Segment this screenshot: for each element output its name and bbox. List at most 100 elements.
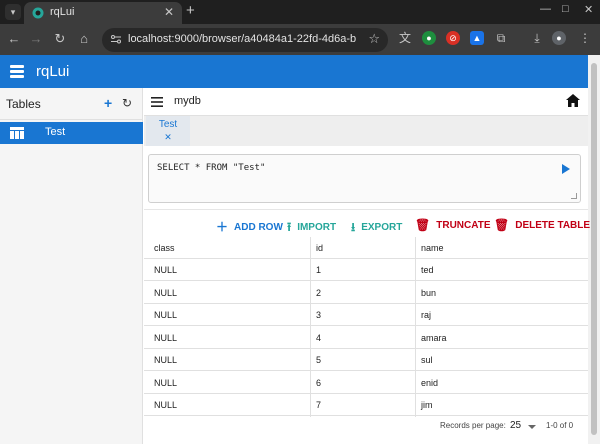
- close-window-button[interactable]: ✕: [584, 3, 593, 16]
- import-label: IMPORT: [297, 222, 337, 233]
- sidebar-header: Tables + ↻: [0, 88, 143, 120]
- tab-test[interactable]: Test ✕: [146, 116, 190, 146]
- truncate-label: TRUNCATE: [436, 220, 491, 231]
- sql-editor[interactable]: SELECT * FROM "Test": [148, 154, 581, 203]
- browser-menu-icon[interactable]: ⋮: [578, 31, 592, 45]
- cell-id[interactable]: 5: [316, 355, 321, 365]
- scrollbar-thumb[interactable]: [591, 63, 597, 435]
- extension-block-icon[interactable]: ⊘: [446, 31, 460, 45]
- profile-avatar[interactable]: ●: [552, 31, 566, 45]
- browser-tab-title: rqLui: [50, 6, 75, 18]
- database-name: mydb: [174, 95, 201, 107]
- site-info-icon[interactable]: [110, 33, 122, 45]
- cell-class[interactable]: NULL: [154, 378, 177, 388]
- pagination-range: 1-0 of 0: [546, 421, 574, 430]
- table-row[interactable]: NULL 4 amara: [144, 327, 588, 349]
- cell-id[interactable]: 3: [316, 310, 321, 320]
- delete-table-label: DELETE TABLE: [515, 220, 591, 231]
- cell-name[interactable]: amara: [421, 333, 447, 343]
- cell-id[interactable]: 6: [316, 378, 321, 388]
- cell-id[interactable]: 4: [316, 333, 321, 343]
- close-query-tab-icon[interactable]: ✕: [146, 132, 190, 143]
- cell-class[interactable]: NULL: [154, 288, 177, 298]
- table-actions-toolbar: ＋ ADD ROW ⭱ IMPORT ⭳ EXPORT 🗑 TRUNCATE 🗑 DELE…: [144, 209, 590, 239]
- table-row[interactable]: NULL 1 ted: [144, 259, 588, 281]
- cell-id[interactable]: 1: [316, 265, 321, 275]
- cell-name[interactable]: sul: [421, 355, 433, 365]
- cell-name[interactable]: bun: [421, 288, 436, 298]
- sidebar-item-label: Test: [45, 126, 66, 138]
- cell-id[interactable]: 7: [316, 400, 321, 410]
- extension-green-icon[interactable]: ●: [422, 31, 436, 45]
- address-bar[interactable]: localhost:9000/browser/a40484a1-22fd-4d6…: [102, 28, 388, 52]
- trash-icon: 🗑: [494, 218, 510, 232]
- import-button[interactable]: ⭱ IMPORT: [287, 218, 336, 239]
- database-menu-icon[interactable]: [10, 65, 24, 78]
- table-row[interactable]: NULL 5 sul: [144, 349, 588, 371]
- upload-icon: ⭱: [287, 220, 292, 234]
- export-button[interactable]: ⭳ EXPORT: [351, 218, 402, 239]
- records-per-page-select[interactable]: 25: [510, 420, 521, 431]
- extensions-puzzle-icon[interactable]: ⧉: [494, 31, 508, 45]
- hamburger-menu-icon[interactable]: [151, 97, 163, 107]
- column-header-id[interactable]: id: [316, 243, 323, 253]
- home-page-icon[interactable]: ⌂: [76, 31, 92, 46]
- truncate-button[interactable]: 🗑 TRUNCATE: [415, 218, 491, 232]
- browser-toolbar: ← → ↻ ⌂ localhost:9000/browser/a40484a1-…: [0, 24, 600, 55]
- add-row-button[interactable]: ＋ ADD ROW: [216, 218, 283, 235]
- reload-icon[interactable]: ↻: [52, 31, 68, 47]
- tab-search-icon[interactable]: ▾: [5, 4, 21, 20]
- table-row[interactable]: NULL 2 bun: [144, 282, 588, 304]
- cell-class[interactable]: NULL: [154, 400, 177, 410]
- cell-id[interactable]: 2: [316, 288, 321, 298]
- browser-tab-strip: ▾ rqLui ✕ + — □ ✕: [0, 0, 600, 24]
- cell-name[interactable]: raj: [421, 310, 431, 320]
- add-row-label: ADD ROW: [234, 222, 283, 233]
- table-row[interactable]: NULL 3 raj: [144, 304, 588, 326]
- cell-class[interactable]: NULL: [154, 265, 177, 275]
- download-icon: ⭳: [351, 220, 356, 234]
- home-icon[interactable]: [566, 94, 580, 107]
- run-query-icon[interactable]: [562, 164, 570, 174]
- close-tab-icon[interactable]: ✕: [164, 5, 174, 19]
- export-label: EXPORT: [361, 222, 403, 233]
- new-tab-button[interactable]: +: [186, 2, 195, 19]
- page-scrollbar[interactable]: [588, 55, 600, 444]
- query-tab-label: Test: [158, 119, 178, 130]
- table-icon: [10, 127, 24, 139]
- back-icon[interactable]: ←: [6, 31, 22, 46]
- app-favicon-icon: [32, 7, 44, 19]
- bookmark-star-icon[interactable]: ☆: [368, 31, 380, 47]
- cell-class[interactable]: NULL: [154, 355, 177, 365]
- cell-class[interactable]: NULL: [154, 310, 177, 320]
- cell-name[interactable]: enid: [421, 378, 438, 388]
- sql-query-text[interactable]: SELECT * FROM "Test": [157, 163, 265, 173]
- forward-icon[interactable]: →: [28, 31, 44, 46]
- app-header: rqLui: [0, 55, 588, 88]
- sidebar-item-test[interactable]: Test: [0, 122, 143, 144]
- cell-name[interactable]: ted: [421, 265, 434, 275]
- minimize-button[interactable]: —: [540, 3, 551, 15]
- delete-table-button[interactable]: 🗑 DELETE TABLE: [494, 218, 590, 232]
- records-per-page-label: Records per page:: [440, 421, 506, 430]
- refresh-tables-button[interactable]: ↻: [122, 96, 132, 110]
- translate-icon[interactable]: 文: [398, 31, 412, 45]
- column-header-class[interactable]: class: [154, 243, 175, 253]
- plus-icon: ＋: [216, 220, 229, 234]
- table-row[interactable]: NULL 7 jim: [144, 394, 588, 416]
- table-header-row: class id name: [144, 237, 588, 259]
- table-row[interactable]: NULL 6 enid: [144, 372, 588, 394]
- query-tabs-bar: Test ✕: [144, 116, 588, 146]
- browser-tab[interactable]: rqLui ✕: [24, 2, 182, 24]
- cell-name[interactable]: jim: [421, 400, 433, 410]
- extension-blue-icon[interactable]: ▲: [470, 31, 484, 45]
- cell-class[interactable]: NULL: [154, 333, 177, 343]
- url-text: localhost:9000/browser/a40484a1-22fd-4d6…: [128, 33, 356, 45]
- maximize-button[interactable]: □: [562, 3, 569, 15]
- add-table-button[interactable]: +: [104, 95, 112, 111]
- editor-resize-handle[interactable]: [571, 193, 577, 199]
- browser-window: ▾ rqLui ✕ + — □ ✕ ← → ↻ ⌂ localhost:9000…: [0, 0, 600, 444]
- column-header-name[interactable]: name: [421, 243, 444, 253]
- chevron-down-icon[interactable]: [528, 425, 536, 429]
- download-icon[interactable]: ⤓: [530, 31, 544, 45]
